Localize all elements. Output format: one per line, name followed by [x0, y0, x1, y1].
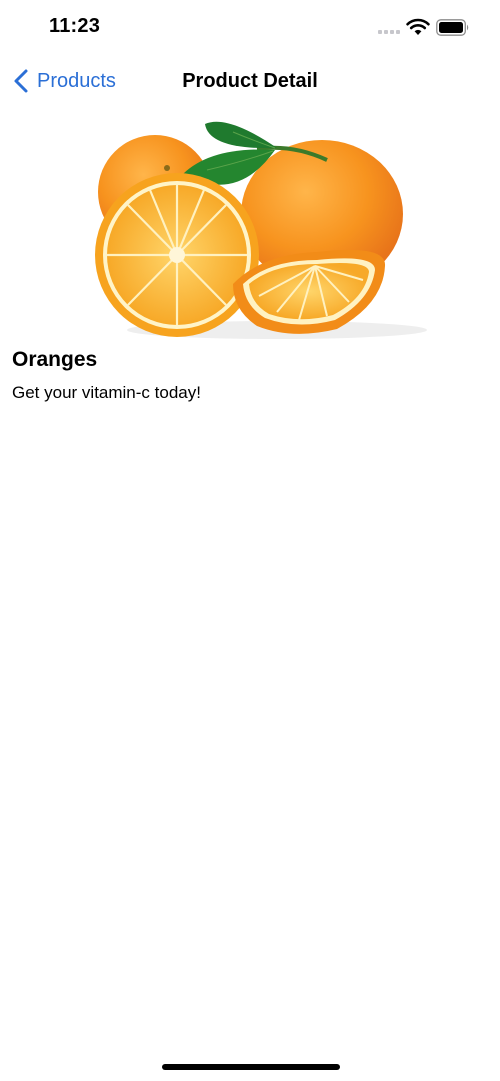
navigation-bar: Products Product Detail — [0, 56, 500, 106]
cellular-signal-icon — [378, 30, 402, 36]
product-image — [87, 104, 439, 340]
status-bar: 11:23 — [0, 0, 500, 56]
home-indicator[interactable] — [162, 1064, 340, 1070]
battery-icon — [436, 19, 469, 36]
product-description: Get your vitamin-c today! — [12, 383, 201, 402]
page-title: Product Detail — [182, 70, 318, 92]
product-name: Oranges — [12, 348, 98, 371]
wifi-icon — [406, 18, 430, 35]
status-time: 11:23 — [49, 15, 101, 37]
